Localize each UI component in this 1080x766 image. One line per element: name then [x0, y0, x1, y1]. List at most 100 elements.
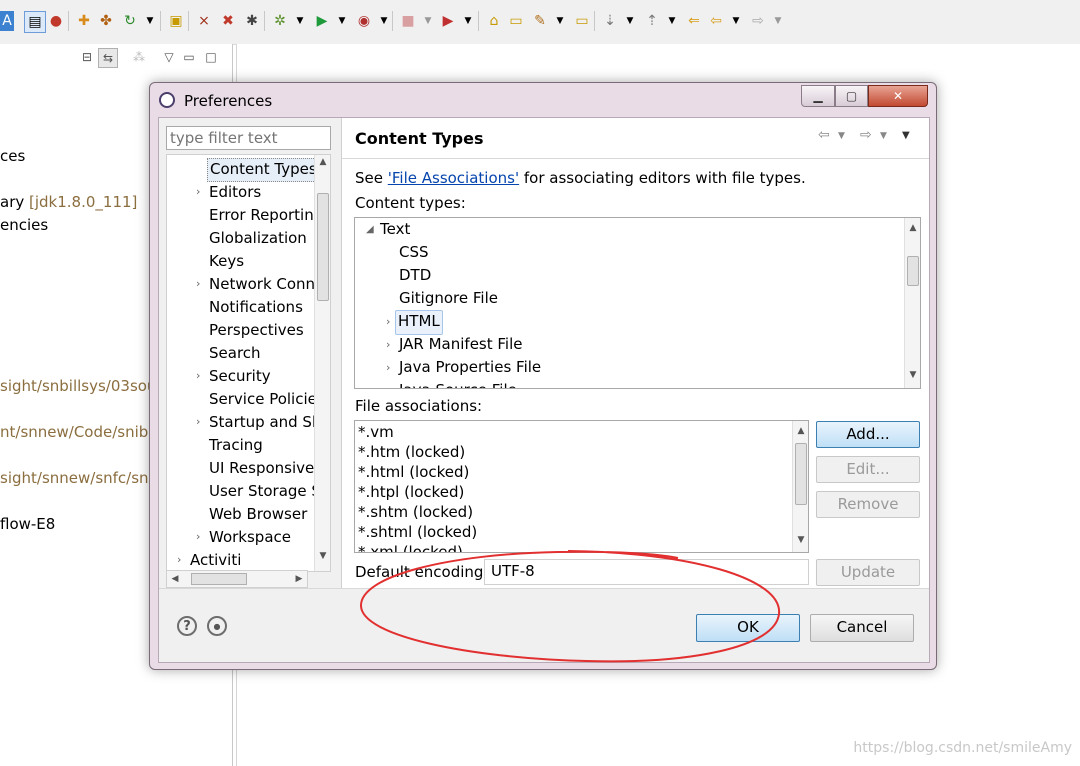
- toggle-view-icon[interactable]: ▤: [24, 11, 46, 33]
- collapse-all-icon[interactable]: ⊟: [78, 48, 96, 66]
- file-associations-scrollbar[interactable]: ▲ ▼: [792, 421, 808, 552]
- chevron-right-icon[interactable]: ›: [196, 365, 200, 387]
- chevron-right-icon[interactable]: ›: [386, 310, 390, 333]
- back-icon[interactable]: ⇦: [706, 11, 726, 31]
- dialog-titlebar[interactable]: Preferences ▁ ▢ ✕: [150, 83, 936, 117]
- tree-item-error-reporting[interactable]: Error Reportin: [209, 204, 314, 226]
- forward-icon[interactable]: ⇨: [748, 11, 768, 31]
- tree-vertical-scrollbar[interactable]: ▲ ▼: [314, 155, 330, 571]
- chevron-right-icon[interactable]: ›: [196, 273, 200, 295]
- last-edit-icon[interactable]: ⇐: [684, 11, 704, 31]
- pencil-icon[interactable]: ✎: [530, 11, 550, 31]
- remove-button[interactable]: Remove: [816, 491, 920, 518]
- content-type-item[interactable]: Gitignore File: [399, 287, 498, 310]
- stop-icon[interactable]: ■: [398, 11, 418, 31]
- list-item[interactable]: *.shtml (locked): [358, 522, 477, 542]
- list-item[interactable]: *.htpl (locked): [358, 482, 464, 502]
- list-item[interactable]: *.xml (locked): [358, 542, 463, 552]
- list-item[interactable]: *.htm (locked): [358, 442, 465, 462]
- default-encoding-field[interactable]: UTF-8: [484, 559, 809, 585]
- tree-item-editors[interactable]: Editors: [209, 181, 261, 203]
- filter-input[interactable]: [166, 126, 331, 150]
- content-types-scrollbar[interactable]: ▲ ▼: [904, 218, 920, 388]
- minimize-icon[interactable]: ▭: [180, 48, 198, 66]
- tree-item-service-policies[interactable]: Service Policie: [209, 388, 317, 410]
- scroll-down-icon[interactable]: ▼: [905, 370, 920, 380]
- update-button[interactable]: Update: [816, 559, 920, 586]
- scroll-up-icon[interactable]: ▲: [905, 223, 920, 233]
- remove-breakpoint-icon[interactable]: ✖: [218, 11, 238, 31]
- scroll-down-icon[interactable]: ▼: [793, 535, 808, 545]
- close-window-button[interactable]: ✕: [868, 85, 928, 107]
- chevron-down-icon[interactable]: ▼: [726, 11, 746, 31]
- content-type-item[interactable]: Text: [380, 218, 410, 241]
- scroll-thumb[interactable]: [317, 193, 329, 301]
- new-package-icon[interactable]: ✚: [74, 11, 94, 31]
- tree-item-startup[interactable]: Startup and Sh: [209, 411, 321, 433]
- chevron-down-icon[interactable]: ▼: [550, 11, 570, 31]
- tree-item-perspectives[interactable]: Perspectives: [209, 319, 304, 341]
- help-icon[interactable]: ?: [177, 616, 197, 636]
- explorer-item[interactable]: sight/snbillsys/03sou: [0, 377, 156, 395]
- tree-item-notifications[interactable]: Notifications: [209, 296, 303, 318]
- tree-item-workspace[interactable]: Workspace: [209, 526, 291, 548]
- breakpoint-icon[interactable]: ⨯: [194, 11, 214, 31]
- tree-item-keys[interactable]: Keys: [209, 250, 244, 272]
- bug-icon[interactable]: ✲: [270, 11, 290, 31]
- chevron-down-icon[interactable]: ▼: [332, 11, 352, 31]
- explorer-item[interactable]: sight/snnew/snfc/snp: [0, 469, 158, 487]
- chevron-down-icon[interactable]: ▼: [662, 11, 682, 31]
- list-item[interactable]: *.shtm (locked): [358, 502, 473, 522]
- next-annotation-icon[interactable]: ⇣: [600, 11, 620, 31]
- explorer-item[interactable]: flow-E8: [0, 515, 55, 533]
- chevron-down-icon[interactable]: ▼: [374, 11, 394, 31]
- filter-icon[interactable]: ⁂: [130, 48, 148, 66]
- open-type-icon[interactable]: ⌂: [484, 11, 504, 31]
- tree-item-content-types[interactable]: Content Types: [207, 158, 320, 182]
- debug-icon[interactable]: ●: [46, 11, 66, 31]
- list-item[interactable]: *.html (locked): [358, 462, 469, 482]
- minimize-window-button[interactable]: ▁: [801, 85, 835, 107]
- chevron-down-icon[interactable]: ▼: [838, 131, 845, 141]
- ok-button[interactable]: OK: [696, 614, 800, 642]
- edit-button[interactable]: Edit...: [816, 456, 920, 483]
- chevron-down-icon[interactable]: ▼: [768, 11, 788, 31]
- tree-item-user-storage[interactable]: User Storage S: [209, 480, 321, 502]
- skip-breakpoints-icon[interactable]: ✱: [242, 11, 262, 31]
- explorer-item[interactable]: ary [jdk1.8.0_111]: [0, 193, 137, 211]
- explorer-item[interactable]: encies: [0, 216, 48, 234]
- open-folder-icon[interactable]: ▭: [506, 11, 526, 31]
- run-icon[interactable]: ▶: [312, 11, 332, 31]
- tree-item-web-browser[interactable]: Web Browser: [209, 503, 307, 525]
- explorer-item[interactable]: nt/snnew/Code/snibs: [0, 423, 156, 441]
- chevron-right-icon[interactable]: ›: [177, 549, 181, 571]
- external-tools-icon[interactable]: ◉: [354, 11, 374, 31]
- chevron-right-icon[interactable]: ›: [196, 411, 200, 433]
- prev-annotation-icon[interactable]: ⇡: [642, 11, 662, 31]
- link-with-editor-icon[interactable]: ⇆: [98, 48, 118, 68]
- explorer-item[interactable]: ces: [0, 147, 25, 165]
- maximize-icon[interactable]: □: [202, 48, 220, 66]
- refresh-icon[interactable]: ↻: [120, 11, 140, 31]
- chevron-down-icon[interactable]: ▼: [880, 131, 887, 141]
- add-button[interactable]: Add...: [816, 421, 920, 448]
- content-type-item[interactable]: Java Source File: [399, 379, 517, 388]
- chevron-right-icon[interactable]: ›: [196, 526, 200, 548]
- tree-item-activiti[interactable]: Activiti: [190, 549, 241, 571]
- tree-item-globalization[interactable]: Globalization: [209, 227, 307, 249]
- file-associations-link[interactable]: 'File Associations': [388, 169, 519, 187]
- scroll-right-icon[interactable]: ▶: [291, 574, 307, 584]
- chevron-right-icon[interactable]: ›: [386, 356, 390, 379]
- scroll-thumb[interactable]: [795, 443, 807, 505]
- maximize-window-button[interactable]: ▢: [835, 85, 868, 107]
- view-menu-icon[interactable]: ▼: [902, 130, 910, 141]
- save-icon[interactable]: ▣: [166, 11, 186, 31]
- content-type-item[interactable]: CSS: [399, 241, 429, 264]
- chevron-down-icon[interactable]: ▼: [140, 11, 160, 31]
- server-icon[interactable]: ▶: [438, 11, 458, 31]
- back-nav-icon[interactable]: ⇦: [818, 127, 830, 143]
- new-type-icon[interactable]: ✤: [96, 11, 116, 31]
- tree-item-ui-responsiveness[interactable]: UI Responsive: [209, 457, 314, 479]
- content-type-item-selected[interactable]: HTML: [395, 310, 443, 335]
- tree-horizontal-scrollbar[interactable]: ◀ ▶: [166, 570, 308, 588]
